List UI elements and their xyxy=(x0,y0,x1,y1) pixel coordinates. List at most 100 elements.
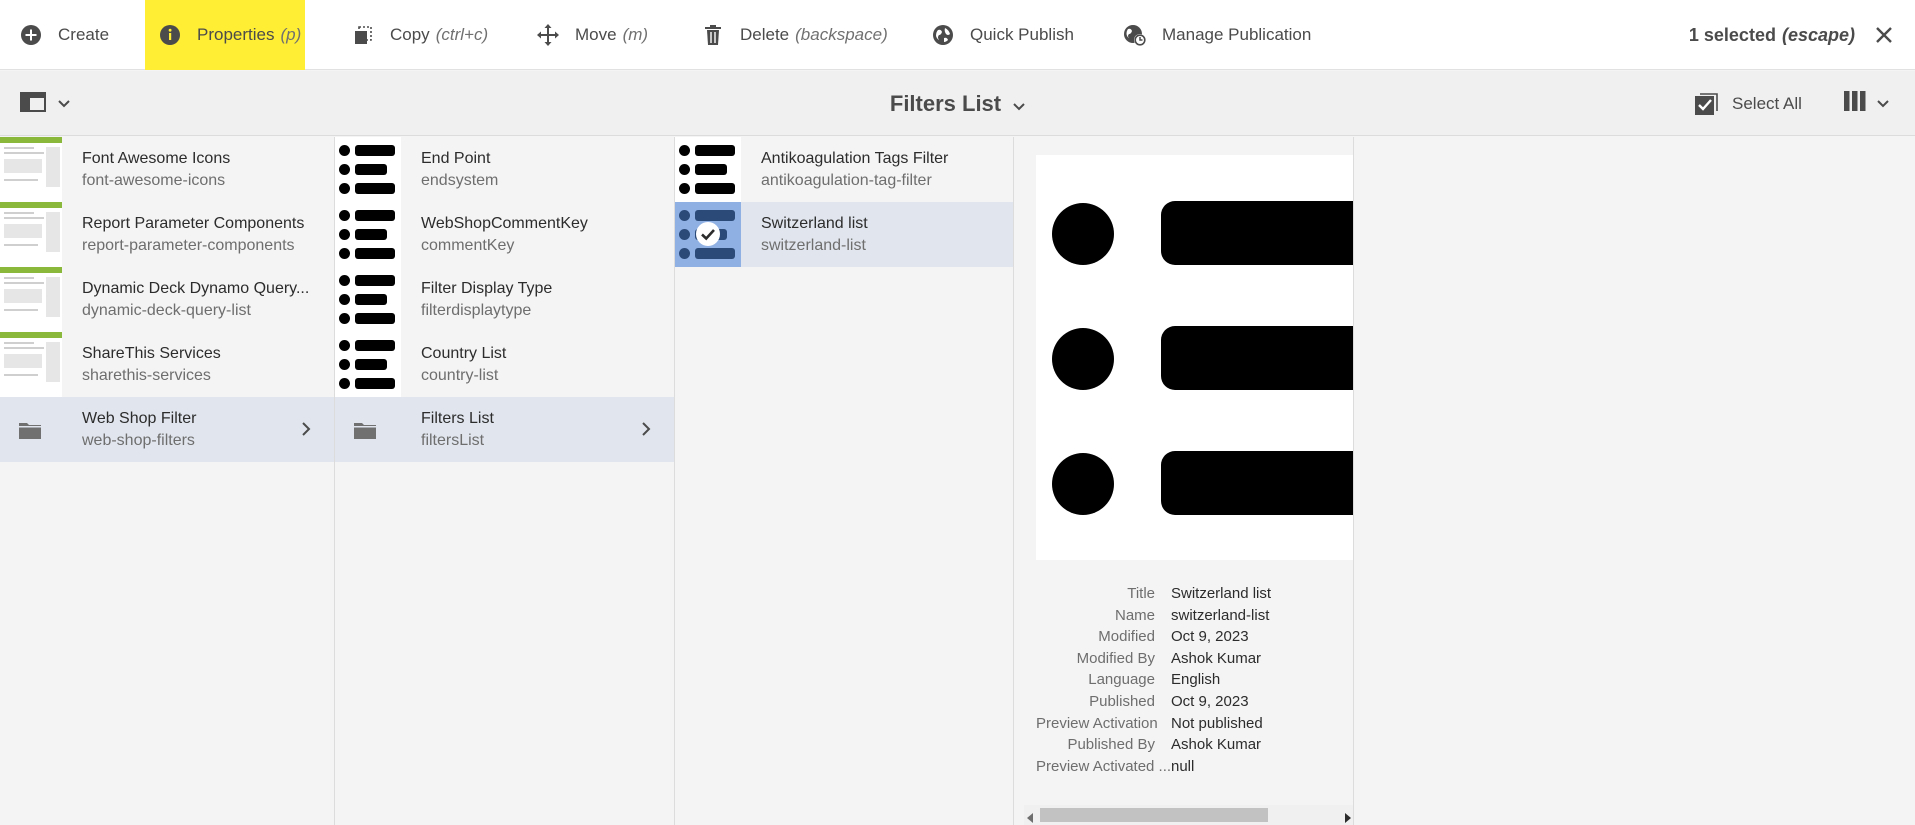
list-thumbnail xyxy=(675,137,741,202)
selection-escape-hint: (escape) xyxy=(1781,24,1855,45)
page-title[interactable]: Filters List xyxy=(890,91,1001,117)
list-item[interactable]: WebShopCommentKey commentKey xyxy=(335,202,674,267)
folder-icon xyxy=(353,420,377,445)
meta-value: Oct 9, 2023 xyxy=(1171,628,1249,646)
quick-publish-label: Quick Publish xyxy=(970,25,1074,44)
item-name: report-parameter-components xyxy=(82,237,295,254)
select-all-label: Select All xyxy=(1732,93,1802,113)
meta-row-modified-by: Modified By Ashok Kumar xyxy=(1036,649,1353,672)
breadcrumb: Filters List xyxy=(0,71,1915,136)
checkmark-icon[interactable] xyxy=(695,221,721,252)
move-button[interactable]: Move (m) xyxy=(535,0,648,70)
list-item[interactable]: Country List country-list xyxy=(335,332,674,397)
item-title: Switzerland list xyxy=(761,215,868,232)
meta-row-preview-activated: Preview Activated ... null xyxy=(1036,757,1353,780)
column-3: Antikoagulation Tags Filter antikoagulat… xyxy=(675,137,1014,825)
meta-value: English xyxy=(1171,671,1221,689)
list-thumbnail xyxy=(335,202,401,267)
item-title: ShareThis Services xyxy=(82,345,221,362)
manage-publication-button[interactable]: Manage Publication xyxy=(1122,0,1311,70)
item-name: country-list xyxy=(421,367,499,384)
list-thumbnail xyxy=(335,137,401,202)
globe-icon xyxy=(930,22,956,48)
create-button[interactable]: Create xyxy=(18,0,109,70)
meta-row-language: Language English xyxy=(1036,671,1353,693)
quick-publish-button[interactable]: Quick Publish xyxy=(930,0,1074,70)
rail-toggle-icon xyxy=(20,91,48,118)
meta-value: Ashok Kumar xyxy=(1171,736,1262,754)
info-icon xyxy=(157,22,183,48)
meta-key: Language xyxy=(1088,671,1155,689)
item-name: font-awesome-icons xyxy=(82,172,226,189)
page-thumbnail xyxy=(0,332,62,397)
page-thumbnail xyxy=(0,267,62,332)
list-item[interactable]: Filters List filtersList xyxy=(335,397,674,462)
meta-key: Name xyxy=(1114,606,1155,624)
chevron-down-icon[interactable] xyxy=(1013,91,1025,117)
trash-icon xyxy=(700,22,726,48)
item-title: Font Awesome Icons xyxy=(82,150,231,167)
meta-value: null xyxy=(1171,757,1195,775)
select-all-button[interactable]: Select All xyxy=(1694,71,1802,136)
meta-key: Modified By xyxy=(1076,649,1155,667)
item-title: Dynamic Deck Dynamo Query... xyxy=(82,280,310,297)
select-all-icon xyxy=(1694,92,1718,116)
item-title: Web Shop Filter xyxy=(82,410,197,427)
item-name: dynamic-deck-query-list xyxy=(82,302,251,319)
meta-key: Title xyxy=(1127,585,1155,602)
action-bar: Create Properties (p) Copy (ctrl+c) Move… xyxy=(0,0,1915,70)
list-item[interactable]: End Point endsystem xyxy=(335,137,674,202)
scroll-left-arrow-icon[interactable] xyxy=(1026,810,1034,825)
item-name: antikoagulation-tag-filter xyxy=(761,172,932,189)
list-item-selected[interactable]: Switzerland list switzerland-list xyxy=(675,202,1013,267)
item-title: End Point xyxy=(421,150,491,167)
meta-row-preview-activation: Preview Activation Not published xyxy=(1036,714,1353,737)
properties-shortcut: (p) xyxy=(280,25,302,44)
meta-value: Not published xyxy=(1171,714,1263,732)
move-shortcut: (m) xyxy=(622,25,649,44)
move-label: Move xyxy=(575,25,617,44)
create-label: Create xyxy=(58,25,110,44)
meta-row-published-by: Published By Ashok Kumar xyxy=(1036,736,1353,758)
item-name: sharethis-services xyxy=(82,367,211,384)
scrollbar-thumb[interactable] xyxy=(1040,808,1268,822)
copy-button[interactable]: Copy (ctrl+c) xyxy=(350,0,488,70)
list-item[interactable]: Font Awesome Icons font-awesome-icons xyxy=(0,137,334,202)
selection-count: 1 selected xyxy=(1688,24,1776,45)
list-item[interactable]: Dynamic Deck Dynamo Query... dynamic-dec… xyxy=(0,267,334,332)
list-item[interactable]: Antikoagulation Tags Filter antikoagulat… xyxy=(675,137,1013,202)
list-item[interactable]: Report Parameter Components report-param… xyxy=(0,202,334,267)
list-item[interactable]: Filter Display Type filterdisplaytype xyxy=(335,267,674,332)
column-view-icon xyxy=(1843,90,1867,117)
close-icon[interactable] xyxy=(1873,24,1895,46)
secondary-toolbar: Filters List Select All xyxy=(0,71,1915,136)
copy-icon xyxy=(350,22,376,48)
meta-value: switzerland-list xyxy=(1171,606,1270,624)
meta-row-name: Name switzerland-list xyxy=(1036,606,1353,629)
properties-button[interactable]: Properties (p) xyxy=(145,0,305,70)
delete-shortcut: (backspace) xyxy=(795,25,888,44)
item-title: Antikoagulation Tags Filter xyxy=(761,150,949,167)
scroll-right-arrow-icon[interactable] xyxy=(1344,810,1352,825)
folder-icon xyxy=(18,420,42,445)
meta-key: Modified xyxy=(1098,628,1155,646)
meta-row-published: Published Oct 9, 2023 xyxy=(1036,692,1353,715)
horizontal-scrollbar[interactable] xyxy=(1024,805,1353,825)
meta-key: Published By xyxy=(1067,736,1155,754)
item-name: endsystem xyxy=(421,172,499,189)
item-title: Filter Display Type xyxy=(421,280,553,297)
delete-button[interactable]: Delete (backspace) xyxy=(700,0,888,70)
column-1: Font Awesome Icons font-awesome-icons Re… xyxy=(0,137,335,825)
delete-label: Delete xyxy=(740,25,790,44)
meta-key: Preview Activated ... xyxy=(1036,757,1171,775)
copy-label: Copy xyxy=(390,25,430,44)
list-item[interactable]: ShareThis Services sharethis-services xyxy=(0,332,334,397)
list-item[interactable]: Web Shop Filter web-shop-filters xyxy=(0,397,334,462)
rail-toggle-button[interactable] xyxy=(20,89,70,119)
preview-thumbnail xyxy=(1036,155,1353,560)
copy-shortcut: (ctrl+c) xyxy=(435,25,489,44)
meta-value: Oct 9, 2023 xyxy=(1171,692,1249,710)
chevron-down-icon xyxy=(1877,99,1889,108)
view-switcher[interactable] xyxy=(1843,71,1889,136)
meta-row-modified: Modified Oct 9, 2023 xyxy=(1036,628,1353,650)
